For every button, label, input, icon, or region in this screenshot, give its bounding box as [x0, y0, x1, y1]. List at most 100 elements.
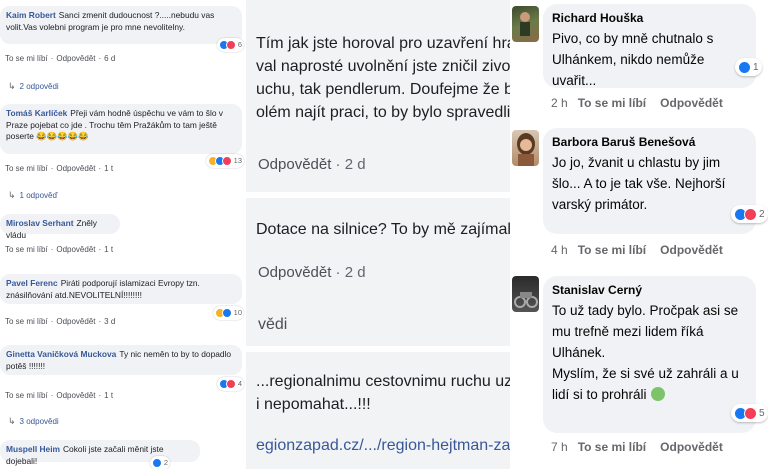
comment-actions: To se mi líbí · Odpovědět · 1 t	[5, 245, 114, 254]
comment-text-block: ...regionalnimu cestovnimu ruchu uz js i…	[256, 370, 510, 416]
comment-item: Pavel Ferenc Piráti podporují islamizaci …	[0, 274, 244, 320]
like-link[interactable]: To se mi líbí	[5, 245, 48, 254]
reply-link[interactable]: Odpovědět	[660, 96, 723, 110]
comment-item: Muspell Heim Cokoli jste začali měnit jst…	[0, 440, 242, 469]
motorcycle-photo-icon	[514, 292, 538, 308]
comment-actions: Odpovědět · 2 d	[258, 264, 366, 281]
comment-actions: To se mi líbí · Odpovědět · 6 d	[5, 54, 116, 63]
comment-text-wrapper: To už tady bylo. Pročpak asi se mu trefn…	[552, 300, 747, 405]
comment-item: Miroslav Serhant Zněly vládu	[0, 214, 242, 240]
comment-bubble: Miroslav Serhant Zněly vládu	[0, 214, 120, 240]
comment-author[interactable]: Ginetta Vaničková Muckova	[6, 349, 116, 359]
reaction-count: 5	[759, 407, 765, 419]
reaction-summary[interactable]: 13	[205, 154, 244, 168]
external-link[interactable]: egionzapad.cz/.../region-hejtman-zada	[256, 437, 510, 455]
avatar[interactable]	[512, 6, 539, 42]
like-link[interactable]: To se mi líbí	[5, 317, 48, 326]
like-link[interactable]: To se mi líbí	[5, 391, 48, 400]
reply-link[interactable]: Odpovědět	[56, 245, 95, 254]
reaction-summary[interactable]: 6	[216, 38, 244, 52]
view-replies-link[interactable]: ↳ 2 odpovědi	[8, 81, 59, 92]
comment-actions: 7 h To se mi líbí Odpovědět	[551, 440, 723, 454]
comment-time[interactable]: 2 d	[345, 264, 366, 281]
comment-line: i nepomahat...!!!	[256, 396, 371, 413]
reaction-count: 4	[237, 379, 242, 389]
comment-text-block: Tím jak jste horoval pro uzavření hranic…	[256, 32, 510, 124]
replies-count-label: 3 odpovědi	[19, 417, 59, 426]
comment-actions: To se mi líbí · Odpovědět · 1 t	[5, 164, 114, 173]
comment-author[interactable]: Kaim Robert	[6, 10, 56, 20]
reaction-count: 1	[753, 61, 759, 73]
comment-time[interactable]: 1 t	[104, 245, 113, 254]
comment-author[interactable]: Miroslav Serhant	[6, 218, 74, 228]
comment-bubble: Tomáš Karlíček Přeji vám hodně úspěchu ve…	[0, 104, 244, 168]
comment-time[interactable]: 4 h	[551, 243, 568, 257]
comment-time[interactable]: 7 h	[551, 440, 568, 454]
comment-author[interactable]: Tomáš Karlíček	[6, 108, 67, 118]
comment-bubble: Kaim Robert Sanci zmenit dudoucnost ?....…	[0, 6, 244, 52]
comment-time[interactable]: 1 t	[104, 391, 113, 400]
comment-time[interactable]: 2 h	[551, 96, 568, 110]
avatar[interactable]	[512, 130, 539, 166]
comment-time[interactable]: 3 d	[104, 317, 115, 326]
reaction-summary[interactable]: 2	[149, 456, 170, 469]
comment-actions: 4 h To se mi líbí Odpovědět	[551, 243, 723, 257]
reply-link[interactable]: Odpovědět	[56, 54, 95, 63]
like-reaction-icon	[221, 308, 232, 318]
comment-author[interactable]: Muspell Heim	[6, 444, 60, 454]
comment-actions: Odpovědět · 2 d	[258, 156, 366, 173]
reply-arrow-icon: ↳	[8, 81, 16, 91]
reply-link[interactable]: Odpovědět	[56, 164, 95, 173]
reaction-summary[interactable]: 10	[212, 306, 244, 320]
divider	[246, 192, 510, 198]
left-comment-panel: Kaim Robert Sanci zmenit dudoucnost ?....…	[0, 0, 246, 469]
reply-arrow-icon: ↳	[8, 190, 16, 200]
comment-author[interactable]: Barbora Baruš Benešová	[552, 135, 747, 149]
comment-line: Tím jak jste horoval pro uzavření hranic	[256, 35, 510, 52]
replies-count-label: 2 odpovědi	[19, 82, 59, 91]
reply-link[interactable]: Odpovědět	[660, 243, 723, 257]
like-link[interactable]: To se mi líbí	[5, 54, 48, 63]
reaction-summary[interactable]: 4	[216, 377, 244, 391]
like-link[interactable]: To se mi líbí	[5, 164, 48, 173]
reaction-count: 10	[233, 308, 242, 318]
comment-line: val naprosté uvolnění jste zničil zivot …	[256, 58, 510, 75]
reaction-summary[interactable]: 2	[731, 205, 768, 223]
comment-time[interactable]: 2 d	[345, 156, 366, 173]
comment-bubble: Pavel Ferenc Piráti podporují islamizaci …	[0, 274, 244, 320]
reply-link[interactable]: Odpovědět	[258, 156, 331, 173]
person-photo-icon	[517, 133, 535, 166]
comment-author[interactable]: Richard Houška	[552, 11, 747, 25]
like-link[interactable]: To se mi líbí	[578, 440, 646, 454]
like-link[interactable]: To se mi líbí	[578, 96, 646, 110]
replies-partial-label[interactable]: vědi	[258, 316, 287, 334]
reply-link[interactable]: Odpovědět	[258, 264, 331, 281]
comment-item: Ginetta Vaničková Muckova Ty nic neměn to…	[0, 345, 244, 391]
comment-item: Tomáš Karlíček Přeji vám hodně úspěchu ve…	[0, 104, 244, 168]
comment-time[interactable]: 6 d	[104, 54, 115, 63]
reply-link[interactable]: Odpovědět	[56, 317, 95, 326]
right-comment-panel: Richard Houška Pivo, co by mně chutnalo …	[510, 0, 768, 469]
divider	[246, 346, 510, 352]
reply-link[interactable]: Odpovědět	[660, 440, 723, 454]
view-replies-link[interactable]: ↳ 1 odpověď	[8, 190, 57, 201]
comment-author[interactable]: Pavel Ferenc	[6, 278, 58, 288]
comment-text: Pivo, co by mně chutnalo s Ulhánkem, nik…	[552, 31, 714, 88]
reply-link[interactable]: Odpovědět	[56, 391, 95, 400]
love-reaction-icon	[225, 379, 236, 389]
like-reaction-icon	[738, 60, 751, 74]
reaction-count: 2	[759, 208, 765, 220]
comment-line: uchu, tak pendlerum. Doufejme že bude	[256, 81, 510, 98]
reaction-summary[interactable]: 1	[735, 58, 762, 76]
view-replies-link[interactable]: ↳ 3 odpovědi	[8, 416, 59, 427]
person-photo-icon	[520, 12, 530, 36]
comment-author[interactable]: Stanislav Cerný	[552, 283, 747, 297]
avatar[interactable]	[512, 276, 539, 312]
comment-text-block: Dotace na silnice? To by mě zajímalo k	[256, 218, 510, 241]
comment-line: olém najít praci, to by bylo spravedlivé…	[256, 104, 510, 121]
reaction-summary[interactable]: 5	[731, 404, 768, 422]
like-link[interactable]: To se mi líbí	[578, 243, 646, 257]
comment-time[interactable]: 1 t	[104, 164, 113, 173]
comment-bubble: Stanislav Cerný To už tady bylo. Pročpak…	[543, 276, 756, 433]
comment-bubble: Muspell Heim Cokoli jste začali měnit jst…	[0, 440, 200, 469]
